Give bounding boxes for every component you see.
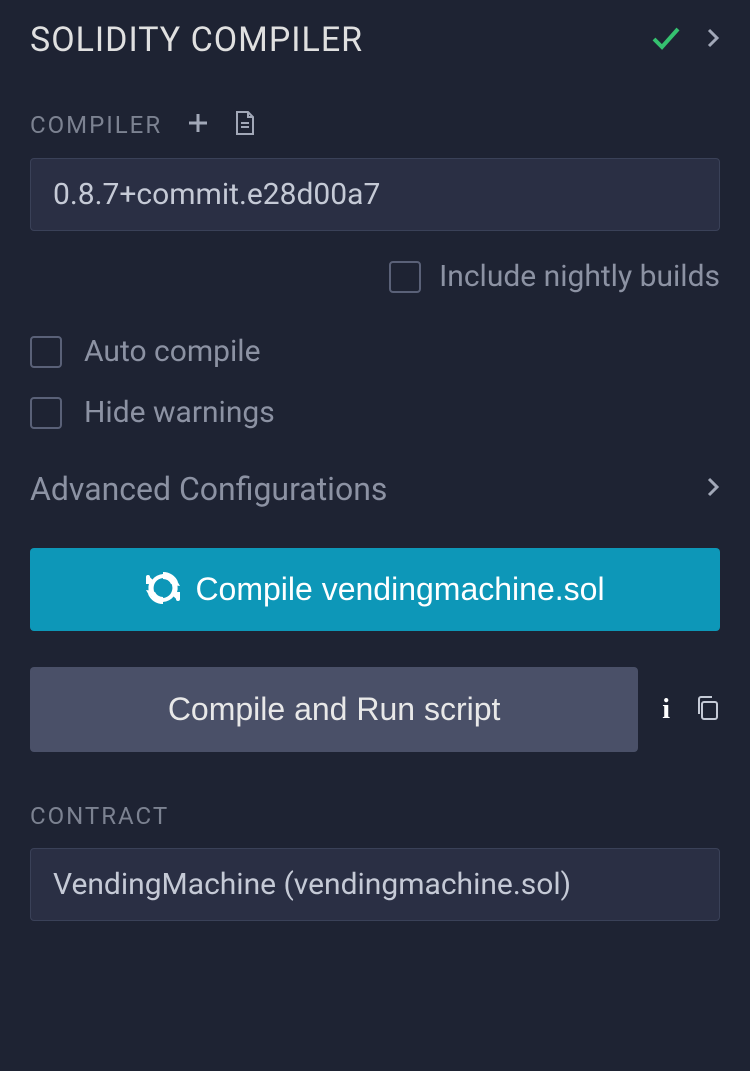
auto-compile-label: Auto compile <box>84 334 260 369</box>
panel-header: SOLIDITY COMPILER <box>30 20 720 60</box>
file-icon[interactable] <box>234 110 256 140</box>
compiler-label: COMPILER <box>30 111 162 139</box>
panel-title: SOLIDITY COMPILER <box>30 20 363 60</box>
header-icons <box>650 24 720 56</box>
nightly-row: Include nightly builds <box>30 259 720 294</box>
compile-button[interactable]: Compile vendingmachine.sol <box>30 548 720 631</box>
compile-run-script-button[interactable]: Compile and Run script <box>30 667 638 752</box>
refresh-icon <box>145 570 181 609</box>
advanced-configurations-toggle[interactable]: Advanced Configurations <box>30 470 720 508</box>
contract-select[interactable]: VendingMachine (vendingmachine.sol) <box>30 848 720 921</box>
hide-warnings-row: Hide warnings <box>30 395 720 430</box>
plus-icon[interactable] <box>186 111 210 139</box>
auto-compile-row: Auto compile <box>30 334 720 369</box>
compiler-label-row: COMPILER <box>30 110 720 140</box>
nightly-builds-checkbox[interactable] <box>389 261 421 293</box>
contract-section: CONTRACT VendingMachine (vendingmachine.… <box>30 802 720 921</box>
run-script-label: Compile and Run script <box>168 691 501 728</box>
chevron-right-icon <box>706 476 720 502</box>
hide-warnings-checkbox[interactable] <box>30 397 62 429</box>
nightly-builds-label: Include nightly builds <box>439 259 720 294</box>
run-script-row: Compile and Run script i <box>30 667 720 752</box>
advanced-label: Advanced Configurations <box>30 470 387 508</box>
chevron-right-icon[interactable] <box>706 27 720 53</box>
compiler-select[interactable]: 0.8.7+commit.e28d00a7 <box>30 158 720 231</box>
check-icon[interactable] <box>650 24 682 56</box>
compiler-selected-value: 0.8.7+commit.e28d00a7 <box>53 177 380 212</box>
compile-button-label: Compile vendingmachine.sol <box>195 571 604 608</box>
contract-selected-value: VendingMachine (vendingmachine.sol) <box>53 867 571 902</box>
auto-compile-checkbox[interactable] <box>30 336 62 368</box>
copy-icon[interactable] <box>694 694 720 726</box>
info-icon[interactable]: i <box>662 694 670 726</box>
hide-warnings-label: Hide warnings <box>84 395 275 430</box>
contract-label: CONTRACT <box>30 802 169 830</box>
